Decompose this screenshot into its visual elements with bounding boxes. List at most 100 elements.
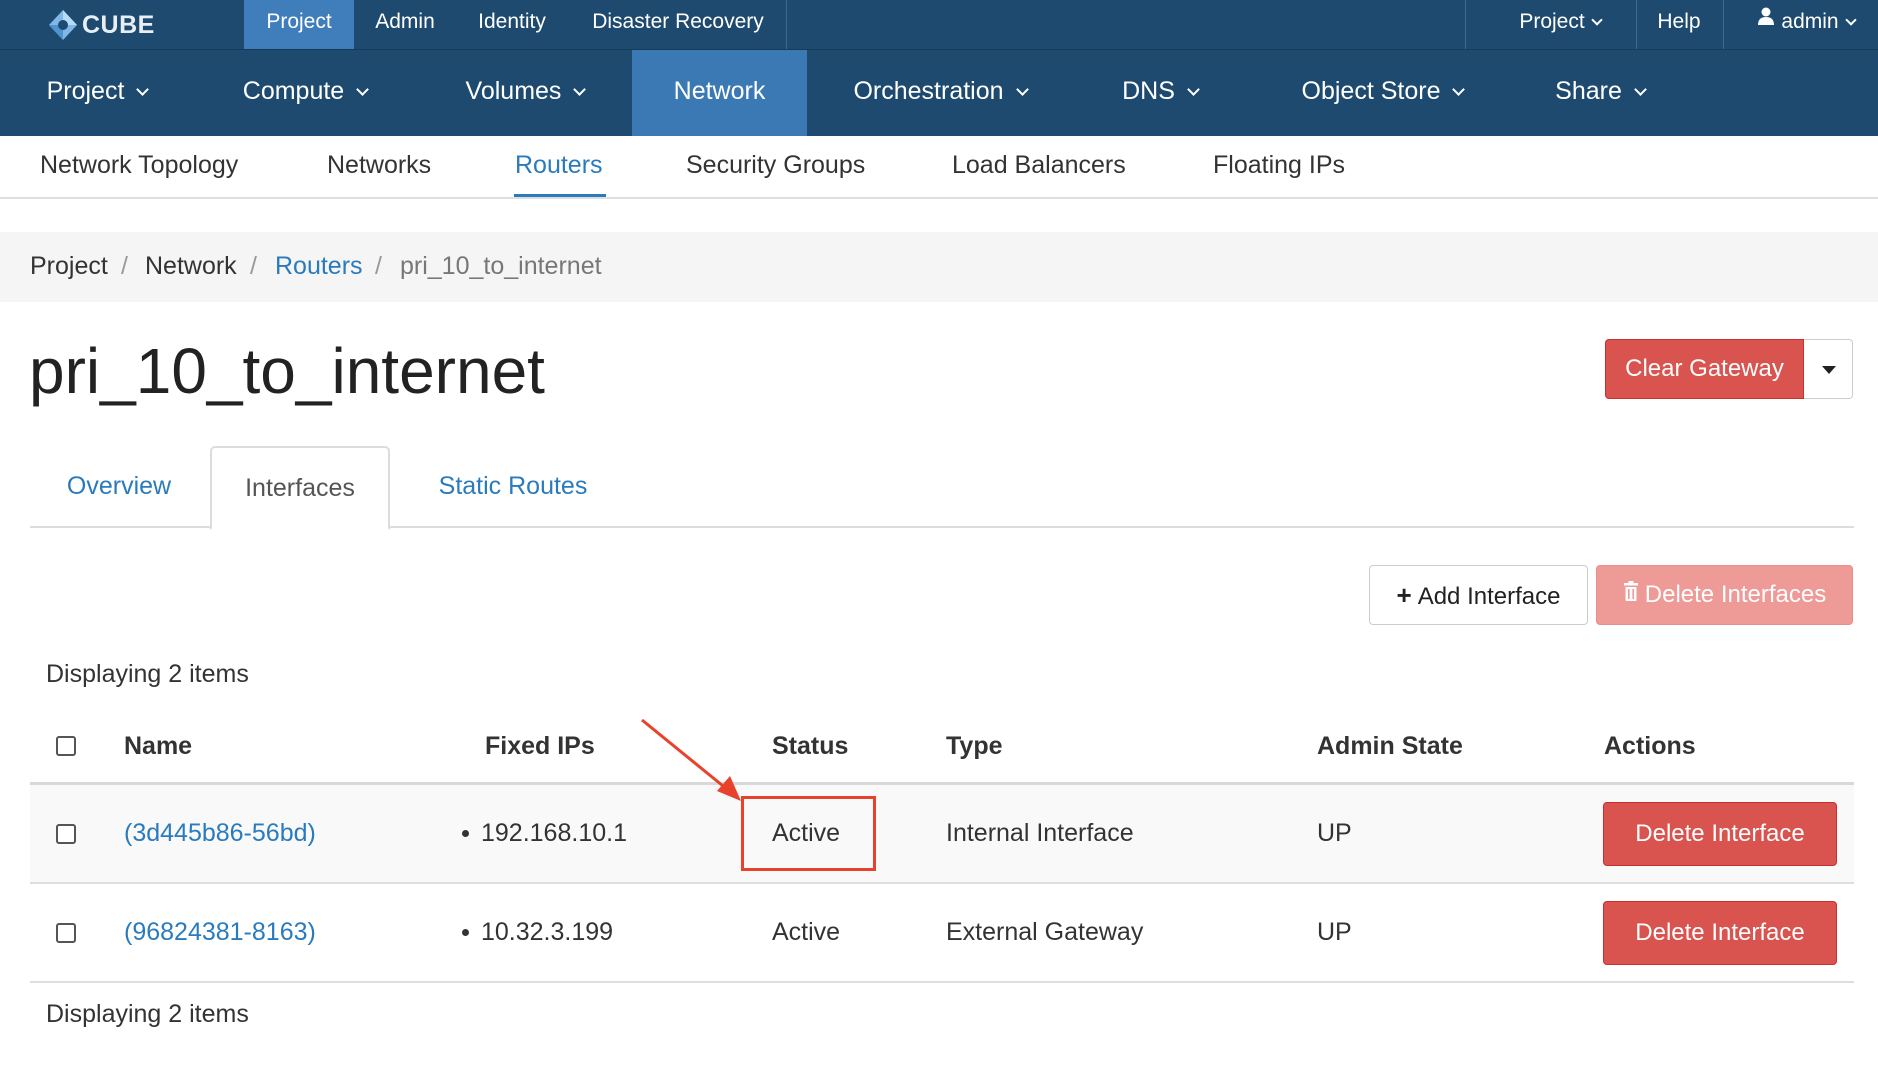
chevron-down-icon bbox=[356, 83, 370, 96]
table-row: (3d445b86-56bd) 192.168.10.1 Active Inte… bbox=[30, 785, 1854, 884]
gateway-action-group: Clear Gateway bbox=[1605, 339, 1853, 399]
column-header-type[interactable]: Type bbox=[946, 726, 1003, 766]
breadcrumb-separator: / bbox=[375, 252, 382, 280]
user-name: admin bbox=[1781, 10, 1839, 33]
column-header-admin-state[interactable]: Admin State bbox=[1317, 726, 1463, 766]
subnav-networks[interactable]: Networks bbox=[327, 136, 431, 199]
mainnav-label: Share bbox=[1555, 77, 1622, 105]
active-subnav-indicator bbox=[514, 194, 606, 197]
mainnav-label: Compute bbox=[242, 77, 345, 105]
plus-icon: + bbox=[1396, 580, 1412, 610]
mainnav-label: Object Store bbox=[1301, 77, 1441, 105]
subnav-security-groups[interactable]: Security Groups bbox=[686, 136, 865, 199]
chevron-down-icon bbox=[1591, 14, 1603, 26]
topnav-project[interactable]: Project bbox=[244, 0, 354, 49]
mainnav-object-store[interactable]: Object Store bbox=[1275, 50, 1490, 136]
mainnav-project[interactable]: Project bbox=[18, 50, 176, 136]
mainnav-share[interactable]: Share bbox=[1535, 50, 1665, 136]
delete-interface-button[interactable]: Delete Interface bbox=[1603, 901, 1837, 965]
table-row: (96824381-8163) 10.32.3.199 Active Exter… bbox=[30, 884, 1854, 983]
chevron-down-icon bbox=[1844, 14, 1857, 26]
more-actions-dropdown-button[interactable] bbox=[1804, 339, 1853, 399]
interface-name-link[interactable]: (3d445b86-56bd) bbox=[124, 785, 316, 882]
breadcrumb-separator: / bbox=[250, 252, 257, 280]
status-value: Active bbox=[772, 918, 841, 946]
topnav-identity[interactable]: Identity bbox=[462, 0, 562, 49]
subnav-floating-ips[interactable]: Floating IPs bbox=[1213, 136, 1345, 199]
mainnav-dns[interactable]: DNS bbox=[1100, 50, 1220, 136]
mainnav-volumes[interactable]: Volumes bbox=[440, 50, 610, 136]
delete-interfaces-button[interactable]: Delete Interfaces bbox=[1596, 565, 1853, 625]
breadcrumb-routers[interactable]: Routers bbox=[275, 232, 363, 300]
main-nav: Project Compute Volumes Network Orchestr… bbox=[0, 50, 1878, 136]
row-checkbox[interactable] bbox=[56, 824, 76, 844]
mainnav-compute[interactable]: Compute bbox=[215, 50, 395, 136]
breadcrumb-separator: / bbox=[121, 252, 128, 280]
mainnav-label: Volumes bbox=[465, 77, 562, 105]
project-dropdown-label: Project bbox=[1519, 10, 1585, 33]
tab-overview[interactable]: Overview bbox=[30, 446, 208, 528]
column-header-fixed-ips[interactable]: Fixed IPs bbox=[485, 726, 595, 766]
admin-state-value: UP bbox=[1317, 918, 1352, 946]
chevron-down-icon bbox=[1452, 83, 1466, 96]
topbar-divider bbox=[1723, 0, 1724, 49]
delete-interfaces-label: Delete Interfaces bbox=[1644, 581, 1827, 608]
column-header-actions: Actions bbox=[1604, 732, 1696, 760]
column-header-name[interactable]: Name bbox=[124, 726, 192, 766]
topnav-disaster-recovery[interactable]: Disaster Recovery bbox=[576, 0, 780, 49]
breadcrumb-project: Project bbox=[30, 252, 108, 280]
cube-logo-icon bbox=[46, 8, 80, 42]
clear-gateway-button[interactable]: Clear Gateway bbox=[1605, 339, 1804, 399]
mainnav-label: Project bbox=[46, 77, 125, 105]
user-icon bbox=[1757, 0, 1775, 42]
mainnav-orchestration[interactable]: Orchestration bbox=[830, 50, 1050, 136]
fixed-ip: 192.168.10.1 bbox=[462, 785, 627, 882]
select-all-checkbox[interactable] bbox=[56, 736, 76, 756]
admin-state-value: UP bbox=[1317, 819, 1352, 847]
bullet-icon bbox=[462, 830, 469, 837]
highlight-box bbox=[741, 796, 876, 871]
subnav-network-topology[interactable]: Network Topology bbox=[40, 136, 238, 199]
chevron-down-icon bbox=[573, 83, 587, 96]
mainnav-network[interactable]: Network bbox=[632, 50, 807, 136]
fixed-ip-value: 192.168.10.1 bbox=[481, 819, 627, 847]
delete-interface-button[interactable]: Delete Interface bbox=[1603, 802, 1837, 866]
chevron-down-icon bbox=[1015, 83, 1029, 96]
project-dropdown[interactable]: Project bbox=[1500, 0, 1620, 49]
bullet-icon bbox=[462, 929, 469, 936]
tab-static-routes[interactable]: Static Routes bbox=[402, 446, 624, 528]
breadcrumb-network: Network bbox=[145, 252, 237, 280]
topbar-divider bbox=[786, 0, 787, 49]
item-count-bottom: Displaying 2 items bbox=[46, 1000, 249, 1028]
chevron-down-icon bbox=[1633, 83, 1647, 96]
topbar-divider bbox=[1636, 0, 1637, 49]
breadcrumb-current: pri_10_to_internet bbox=[400, 252, 602, 280]
brand-logo[interactable]: CUBE bbox=[46, 6, 155, 44]
user-menu[interactable]: admin bbox=[1740, 0, 1872, 49]
topnav-admin[interactable]: Admin bbox=[360, 0, 450, 49]
help-link[interactable]: Help bbox=[1648, 0, 1710, 49]
sub-nav: Network Topology Networks Routers Securi… bbox=[0, 136, 1878, 199]
tab-interfaces[interactable]: Interfaces bbox=[210, 446, 390, 530]
subnav-load-balancers[interactable]: Load Balancers bbox=[952, 136, 1126, 199]
type-value: External Gateway bbox=[946, 918, 1144, 946]
page-title: pri_10_to_internet bbox=[29, 335, 545, 407]
column-header-status[interactable]: Status bbox=[772, 726, 848, 766]
mainnav-label: Orchestration bbox=[853, 77, 1004, 105]
fixed-ip-value: 10.32.3.199 bbox=[481, 918, 614, 946]
subnav-routers[interactable]: Routers bbox=[515, 136, 603, 199]
row-checkbox[interactable] bbox=[56, 923, 76, 943]
brand-name: CUBE bbox=[82, 10, 155, 39]
chevron-down-icon bbox=[1187, 83, 1200, 96]
add-interface-label: Add Interface bbox=[1417, 583, 1561, 610]
breadcrumb: Project / Network / Routers / pri_10_to_… bbox=[0, 232, 1878, 302]
mainnav-label: DNS bbox=[1122, 77, 1175, 105]
detail-tabs: Overview Interfaces Static Routes bbox=[30, 446, 1854, 530]
add-interface-button[interactable]: + Add Interface bbox=[1369, 565, 1588, 625]
fixed-ip: 10.32.3.199 bbox=[462, 884, 613, 981]
item-count-top: Displaying 2 items bbox=[46, 660, 249, 688]
trash-icon bbox=[1623, 565, 1639, 623]
type-value: Internal Interface bbox=[946, 819, 1134, 847]
top-bar: CUBE Project Admin Identity Disaster Rec… bbox=[0, 0, 1878, 50]
interface-name-link[interactable]: (96824381-8163) bbox=[124, 884, 316, 981]
